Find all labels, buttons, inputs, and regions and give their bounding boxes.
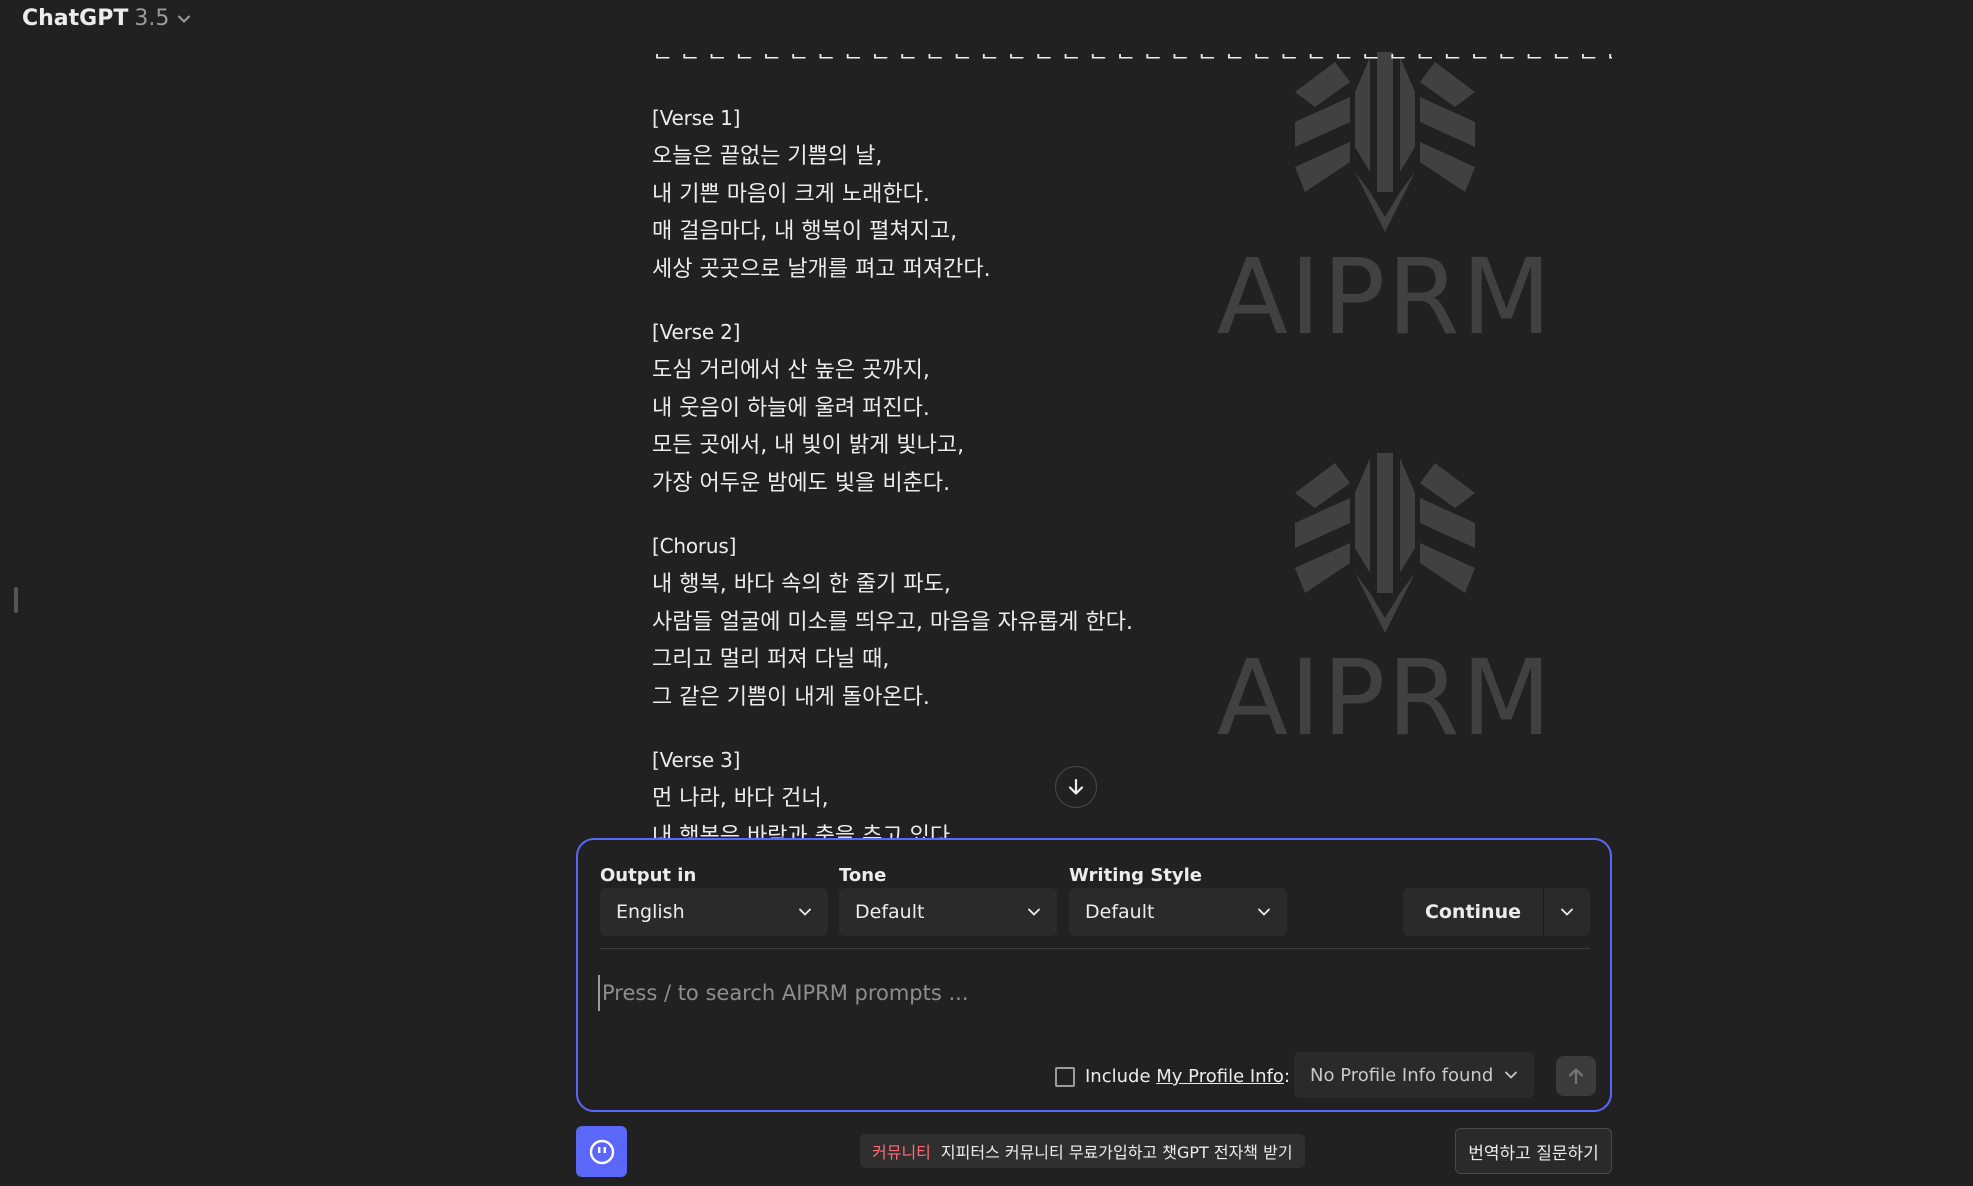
- assistant-message: [Verse 1] 오늘은 끝없는 기쁨의 날, 내 기쁜 마음이 크게 노래한…: [652, 100, 1133, 840]
- writing-style-select[interactable]: Default: [1069, 888, 1287, 936]
- profile-info-value: No Profile Info found: [1310, 1064, 1494, 1086]
- model-version: 3.5: [134, 6, 170, 31]
- community-banner[interactable]: 커뮤니티 지피터스 커뮤니티 무료가입하고 챗GPT 전자책 받기: [860, 1134, 1305, 1168]
- lyric-line: 사람들 얼굴에 미소를 띄우고, 마음을 자유롭게 한다.: [652, 609, 1133, 635]
- stanza-heading: [Verse 2]: [652, 319, 741, 344]
- tone-select[interactable]: Default: [839, 888, 1057, 936]
- assistant-extension-button[interactable]: [576, 1126, 627, 1177]
- translate-and-ask-button[interactable]: 번역하고 질문하기: [1455, 1128, 1612, 1174]
- lyric-line: 오늘은 끝없는 기쁨의 날,: [652, 143, 883, 169]
- arrow-up-icon: [1568, 1068, 1584, 1085]
- app-name: ChatGPT: [22, 6, 129, 31]
- partial-message-line: 한 한 한 한 한 한 한 한 한 한 한 한 한 한 한 한 한 한 한 한 …: [652, 38, 1612, 63]
- include-label-text: Include: [1085, 1066, 1151, 1087]
- lyric-line: 그 같은 기쁨이 내게 돌아온다.: [652, 685, 930, 711]
- profile-info-select[interactable]: No Profile Info found: [1294, 1052, 1534, 1098]
- chevron-down-icon: [178, 15, 191, 23]
- lyric-line: 내 행복, 바다 속의 한 줄기 파도,: [652, 571, 951, 597]
- lyric-line: 도심 거리에서 산 높은 곳까지,: [652, 357, 930, 383]
- send-button[interactable]: [1556, 1056, 1596, 1096]
- chat-transcript: 한 한 한 한 한 한 한 한 한 한 한 한 한 한 한 한 한 한 한 한 …: [652, 0, 1612, 840]
- lyric-line: 그리고 멀리 퍼져 다닐 때,: [652, 647, 890, 673]
- sidebar-toggle-handle[interactable]: [14, 587, 18, 613]
- include-label: Include My Profile Info:: [1085, 1066, 1290, 1087]
- model-selector[interactable]: ChatGPT 3.5: [22, 6, 191, 31]
- community-tag: 커뮤니티: [872, 1143, 931, 1162]
- output-language-value: English: [616, 901, 685, 923]
- lyric-line: 모든 곳에서, 내 빛이 밝게 빛나고,: [652, 433, 965, 459]
- my-profile-info-link[interactable]: My Profile Info: [1156, 1066, 1284, 1087]
- output-language-label: Output in: [600, 865, 697, 886]
- lyric-line: 매 걸음마다, 내 행복이 펼쳐지고,: [652, 219, 958, 245]
- lyric-line: 가장 어두운 밤에도 빛을 비춘다.: [652, 471, 951, 497]
- output-language-select[interactable]: English: [600, 888, 828, 936]
- include-profile-control: Include My Profile Info:: [1055, 1066, 1290, 1087]
- writing-style-value: Default: [1085, 901, 1155, 923]
- arrow-down-icon: [1068, 778, 1084, 795]
- scroll-to-bottom-button[interactable]: [1055, 766, 1097, 808]
- lyric-line: 내 기쁜 마음이 크게 노래한다.: [652, 181, 930, 207]
- profile-colon: :: [1283, 1066, 1291, 1087]
- continue-button[interactable]: Continue: [1403, 888, 1544, 936]
- stanza-heading: [Chorus]: [652, 533, 737, 558]
- tone-value: Default: [855, 901, 925, 923]
- assistant-face-icon: [589, 1139, 614, 1164]
- lyric-line: 내 웃음이 하늘에 울려 퍼진다.: [652, 395, 930, 421]
- chevron-down-icon: [799, 908, 811, 916]
- writing-style-label: Writing Style: [1069, 865, 1203, 886]
- stanza-chorus: [Chorus] 내 행복, 바다 속의 한 줄기 파도, 사람들 얼굴에 미소…: [652, 528, 1133, 717]
- aiprm-prompt-panel: Output in English Tone Default Writing S…: [576, 838, 1612, 1112]
- lyric-line: 세상 곳곳으로 날개를 펴고 퍼져간다.: [652, 257, 991, 283]
- include-profile-checkbox[interactable]: [1055, 1066, 1075, 1087]
- chevron-down-icon: [1258, 908, 1270, 916]
- lyric-line: 내 행복은 바람과 춤을 추고 있다.: [652, 823, 958, 840]
- stanza-heading: [Verse 1]: [652, 106, 741, 130]
- chevron-down-icon: [1561, 908, 1573, 916]
- prompt-search-input[interactable]: [598, 975, 1582, 1011]
- panel-divider: [600, 948, 1590, 949]
- continue-options-button[interactable]: [1544, 888, 1590, 936]
- tone-label: Tone: [839, 865, 887, 886]
- chevron-down-icon: [1505, 1071, 1517, 1079]
- continue-button-group: Continue: [1402, 888, 1590, 936]
- community-banner-text: 지피터스 커뮤니티 무료가입하고 챗GPT 전자책 받기: [940, 1143, 1293, 1162]
- stanza-verse-1: [Verse 1] 오늘은 끝없는 기쁨의 날, 내 기쁜 마음이 크게 노래한…: [652, 100, 1133, 289]
- chevron-down-icon: [1028, 908, 1040, 916]
- stanza-verse-2: [Verse 2] 도심 거리에서 산 높은 곳까지, 내 웃음이 하늘에 울려…: [652, 314, 1133, 503]
